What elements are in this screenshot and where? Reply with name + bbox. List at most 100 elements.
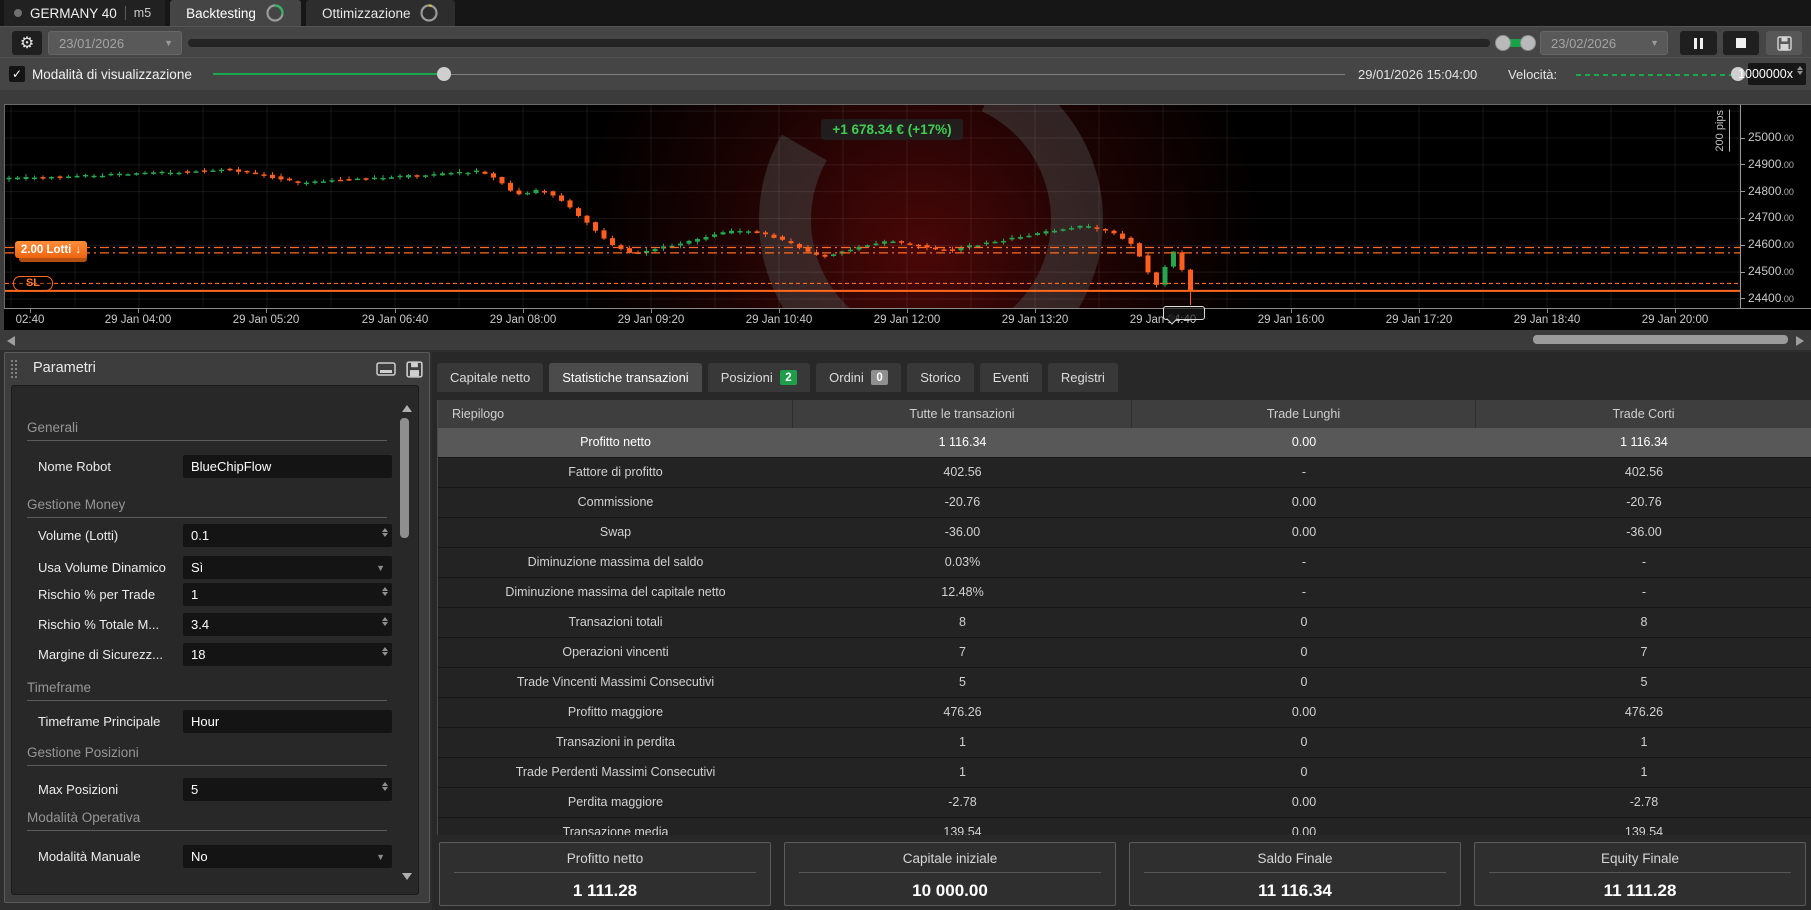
- end-date-value: 23/02/2026: [1551, 36, 1616, 51]
- stepper-arrows-icon[interactable]: [382, 782, 388, 791]
- tab-statistiche-transazioni[interactable]: Statistiche transazioni: [549, 363, 701, 392]
- stepper-arrows-icon[interactable]: [382, 617, 388, 626]
- column-header[interactable]: Trade Corti: [1476, 400, 1811, 428]
- tab-ordini[interactable]: Ordini0: [816, 363, 901, 392]
- tab-registri[interactable]: Registri: [1048, 363, 1118, 392]
- position-badge[interactable]: 2.00 Lotti ↓: [15, 241, 87, 258]
- table-row[interactable]: Swap-36.000.00-36.00: [438, 518, 1811, 548]
- summary-card-profitto-netto: Profitto netto1 111.28: [439, 842, 771, 906]
- stop-loss-tag[interactable]: SL: [13, 276, 53, 291]
- time-tick: [651, 309, 652, 313]
- table-row[interactable]: Operazioni vincenti707: [438, 638, 1811, 668]
- table-cell: 0: [1132, 668, 1476, 697]
- tab-backtesting-label: Backtesting: [186, 6, 256, 21]
- field-label: Timeframe Principale: [38, 714, 183, 729]
- column-header[interactable]: Trade Lunghi: [1132, 400, 1476, 428]
- speed-slider-track[interactable]: [1576, 74, 1738, 76]
- playback-progress-handle[interactable]: [437, 67, 451, 81]
- table-row[interactable]: Commissione-20.760.00-20.76: [438, 488, 1811, 518]
- table-cell: -: [1132, 578, 1476, 607]
- backtesting-progress-ring-icon: [265, 3, 285, 23]
- table-cell: Transazione media: [438, 818, 793, 835]
- end-date-select[interactable]: 23/02/2026 ▼: [1540, 31, 1668, 55]
- table-row[interactable]: Transazioni totali808: [438, 608, 1811, 638]
- table-row[interactable]: Trade Vincenti Massimi Consecutivi505: [438, 668, 1811, 698]
- field-input-nome-robot[interactable]: BlueChipFlow: [183, 455, 392, 478]
- speed-stepper[interactable]: 1000000x: [1748, 63, 1806, 85]
- time-axis-label: 29 Jan 06:40: [362, 314, 429, 326]
- table-row[interactable]: Transazione media139.540.00139.54: [438, 818, 1811, 835]
- field-input-rischio-totale-m-[interactable]: 3.4: [183, 613, 392, 636]
- table-cell: 1: [793, 728, 1132, 757]
- time-tick: [907, 309, 908, 313]
- stepper-arrows-icon[interactable]: [382, 587, 388, 596]
- table-row[interactable]: Fattore di profitto402.56-402.56: [438, 458, 1811, 488]
- table-cell: 5: [793, 668, 1132, 697]
- table-row[interactable]: Profitto netto1 116.340.001 116.34: [438, 428, 1811, 458]
- scroll-left-icon[interactable]: [7, 336, 15, 346]
- scroll-right-icon[interactable]: [1796, 336, 1804, 346]
- time-axis[interactable]: 02:4029 Jan 04:0029 Jan 05:2029 Jan 06:4…: [4, 308, 1811, 330]
- field-label: Volume (Lotti): [38, 528, 183, 543]
- playback-progress-done[interactable]: [213, 73, 439, 75]
- pause-button[interactable]: [1680, 31, 1717, 55]
- vertical-scrollbar[interactable]: [400, 418, 409, 538]
- stepper-arrows-icon[interactable]: [382, 647, 388, 656]
- range-handle-left[interactable]: [1495, 35, 1511, 51]
- date-range-track[interactable]: [188, 39, 1490, 47]
- folder-open-icon[interactable]: [376, 361, 396, 377]
- range-handle-right[interactable]: [1520, 35, 1536, 51]
- drag-handle-icon[interactable]: [11, 360, 19, 378]
- column-header[interactable]: Riepilogo: [438, 400, 793, 428]
- speed-label: Velocità:: [1508, 67, 1557, 82]
- table-row[interactable]: Transazioni in perdita101: [438, 728, 1811, 758]
- time-axis-label: 29 Jan 16:00: [1258, 314, 1325, 326]
- tab-storico[interactable]: Storico: [907, 363, 973, 392]
- table-row[interactable]: Diminuzione massima del capitale netto12…: [438, 578, 1811, 608]
- stop-button[interactable]: [1723, 31, 1759, 55]
- table-row[interactable]: Perdita maggiore-2.780.00-2.78: [438, 788, 1811, 818]
- section-title: Generali: [27, 420, 78, 435]
- field-input-volume-lotti-[interactable]: 0.1: [183, 524, 392, 547]
- table-row[interactable]: Trade Perdenti Massimi Consecutivi101: [438, 758, 1811, 788]
- price-axis[interactable]: 25000.0024900.0024800.0024700.0024600.00…: [1740, 104, 1811, 308]
- table-row[interactable]: Profitto maggiore476.260.00476.26: [438, 698, 1811, 728]
- table-cell: 7: [1476, 638, 1811, 667]
- time-axis-label: 29 Jan 08:00: [490, 314, 557, 326]
- playhead-marker[interactable]: [1163, 306, 1205, 320]
- time-axis-label: 29 Jan 12:00: [874, 314, 941, 326]
- time-axis-label: 29 Jan 09:20: [618, 314, 685, 326]
- settings-button[interactable]: ⚙: [12, 31, 42, 55]
- table-row[interactable]: Diminuzione massima del saldo0.03%--: [438, 548, 1811, 578]
- table-cell: 1 116.34: [1476, 428, 1811, 457]
- time-axis-label: 29 Jan 10:40: [746, 314, 813, 326]
- parameters-title: Parametri: [33, 360, 96, 376]
- field-input-max-posizioni[interactable]: 5: [183, 778, 392, 801]
- tab-eventi[interactable]: Eventi: [980, 363, 1042, 392]
- scroll-up-icon[interactable]: [402, 405, 412, 412]
- field-input-margine-di-sicurezz-[interactable]: 18: [183, 643, 392, 666]
- instrument-tab[interactable]: GERMANY 40 m5: [4, 0, 165, 26]
- stepper-arrows-icon[interactable]: [1797, 66, 1803, 75]
- tab-backtesting[interactable]: Backtesting: [170, 0, 301, 26]
- time-tick: [1291, 309, 1292, 313]
- field-input-rischio-per-trade[interactable]: 1: [183, 583, 392, 606]
- scroll-down-icon[interactable]: [402, 873, 412, 880]
- field-input-timeframe-principale[interactable]: Hour: [183, 710, 392, 733]
- save-parameters-icon[interactable]: [406, 361, 423, 378]
- field-input-usa-volume-dinamico[interactable]: Sì▼: [183, 556, 392, 579]
- save-button[interactable]: [1766, 31, 1802, 55]
- tab-posizioni[interactable]: Posizioni2: [708, 363, 810, 392]
- tab-ottimizzazione[interactable]: Ottimizzazione: [306, 0, 456, 26]
- horizontal-scrollbar[interactable]: [1533, 335, 1788, 344]
- start-date-select[interactable]: 23/01/2026 ▼: [48, 31, 182, 55]
- table-cell: Profitto maggiore: [438, 698, 793, 727]
- visual-mode-checkbox[interactable]: ✓: [9, 66, 25, 82]
- field-input-modalit-manuale[interactable]: No▼: [183, 845, 392, 868]
- price-chart[interactable]: +1 678.34 € (+17%) 2.00 Lotti ↓ SL: [4, 104, 1740, 308]
- stepper-arrows-icon[interactable]: [382, 528, 388, 537]
- tab-capitale-netto[interactable]: Capitale netto: [437, 363, 543, 392]
- pips-scale-label: 200 pips: [1714, 110, 1730, 152]
- column-header[interactable]: Tutte le transazioni: [793, 400, 1132, 428]
- playback-progress-rest[interactable]: [446, 74, 1345, 75]
